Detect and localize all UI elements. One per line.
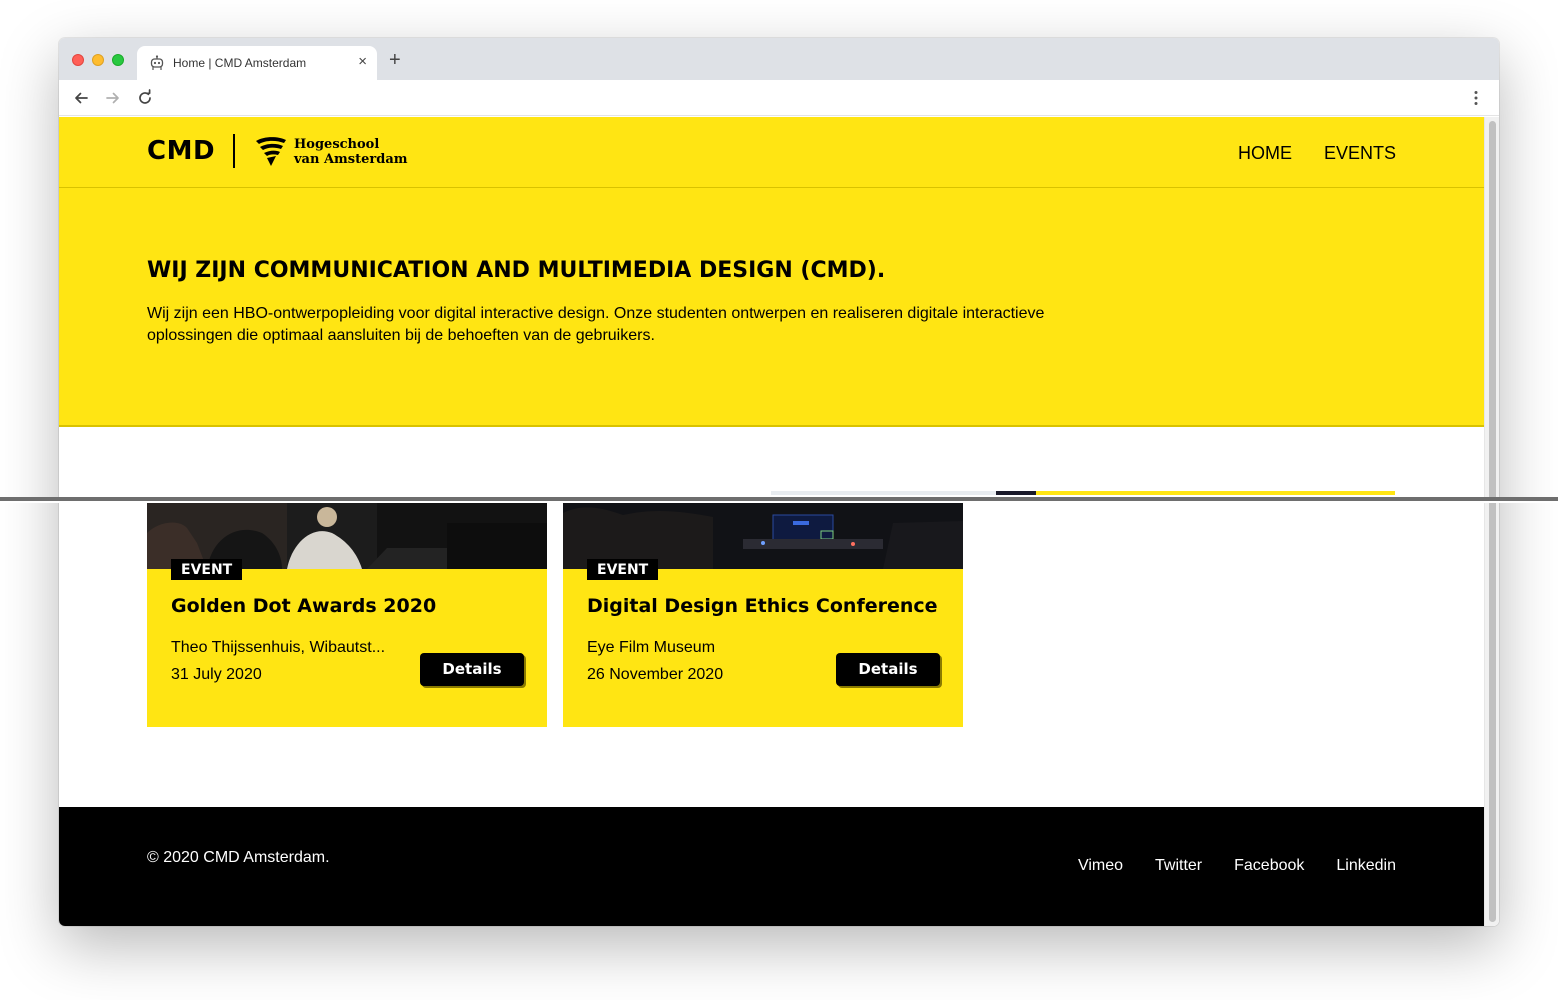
hva-wordmark: Hogeschool van Amsterdam [294,137,408,167]
nav-home[interactable]: HOME [1238,143,1292,164]
event-tag: EVENT [171,559,243,580]
more-vertical-icon[interactable] [1467,89,1485,107]
copyright-text: © 2020 CMD Amsterdam. [147,849,330,866]
page-viewport: CMD Hogeschool van Amsterdam HOME EVENTS… [59,117,1499,926]
hero-title: WIJ ZIJN COMMUNICATION AND MULTIMEDIA DE… [147,258,886,283]
site-header: CMD Hogeschool van Amsterdam HOME EVENTS [59,117,1484,188]
event-date: 31 July 2020 [171,666,262,683]
social-links: Vimeo Twitter Facebook Linkedin [1078,857,1396,875]
site-footer: © 2020 CMD Amsterdam. Vimeo Twitter Face… [59,807,1484,926]
close-window-button[interactable] [72,54,84,66]
footer-link-vimeo[interactable]: Vimeo [1078,857,1123,875]
footer-link-linkedin[interactable]: Linkedin [1336,857,1396,875]
back-arrow-icon[interactable] [72,89,90,107]
minimize-window-button[interactable] [92,54,104,66]
footer-link-facebook[interactable]: Facebook [1234,857,1304,875]
details-button[interactable]: Details [420,653,524,686]
hero-text: Wij zijn een HBO-ontwerpopleiding voor d… [147,305,1045,344]
event-venue: Eye Film Museum [587,639,716,656]
details-button[interactable]: Details [836,653,940,686]
browser-window: Home | CMD Amsterdam × + CMD Hogeschool … [59,38,1499,926]
browser-tab[interactable]: Home | CMD Amsterdam × [137,46,377,80]
event-card[interactable]: EVENT Golden Dot Awards 2020 Theo Thijss… [147,503,547,727]
brand-logo[interactable]: CMD [147,136,215,166]
zoom-window-button[interactable] [112,54,124,66]
main-nav: HOME EVENTS [1238,143,1396,164]
event-date: 26 November 2020 [587,666,724,683]
close-tab-icon[interactable]: × [358,53,367,71]
nav-events[interactable]: EVENTS [1324,143,1396,164]
featured-image-edge [771,491,1395,495]
event-title[interactable]: Golden Dot Awards 2020 [171,595,436,617]
screenshot-cut-line [0,497,1558,503]
browser-toolbar [59,80,1499,116]
vertical-scrollbar[interactable] [1484,117,1499,926]
scrollbar-thumb[interactable] [1489,121,1496,922]
robot-favicon-icon [150,55,164,70]
event-tag: EVENT [587,559,659,580]
hva-wordmark-line1: Hogeschool [294,137,380,152]
hero-section: WIJ ZIJN COMMUNICATION AND MULTIMEDIA DE… [59,188,1484,427]
reload-icon[interactable] [136,89,154,107]
new-tab-button[interactable]: + [389,50,401,70]
footer-link-twitter[interactable]: Twitter [1155,857,1202,875]
hva-logo-icon[interactable] [254,134,288,168]
event-list: EVENT Golden Dot Awards 2020 Theo Thijss… [147,503,967,727]
brand-divider [233,134,235,168]
tab-title: Home | CMD Amsterdam [173,56,307,70]
forward-arrow-icon[interactable] [104,89,122,107]
hva-wordmark-line2: van Amsterdam [294,152,408,167]
event-title[interactable]: Digital Design Ethics Conference [587,595,938,617]
event-venue: Theo Thijssenhuis, Wibautst... [171,639,386,656]
event-card[interactable]: EVENT Digital Design Ethics Conference E… [563,503,963,727]
tab-bar: Home | CMD Amsterdam × + [59,38,1499,80]
